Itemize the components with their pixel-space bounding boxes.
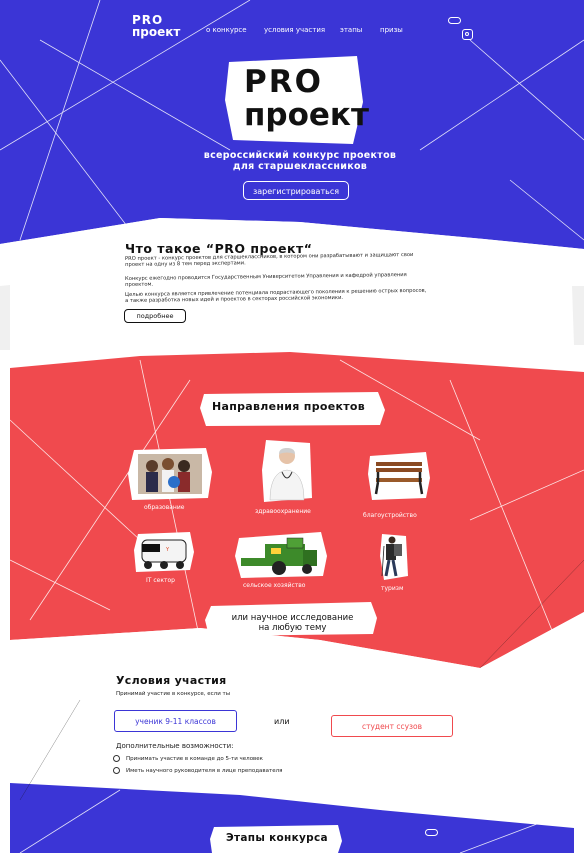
education-image xyxy=(128,448,212,500)
it-sector-image: Y xyxy=(134,532,194,572)
direction-label-tourism: туризм xyxy=(381,585,404,592)
direction-label-it: IT сектор xyxy=(146,577,175,584)
nav-item-about[interactable]: о конкурсе xyxy=(206,26,247,34)
research-text: или научное исследование на любую тему xyxy=(215,613,370,633)
nav-item-prizes[interactable]: призы xyxy=(380,26,403,34)
direction-label-landscaping: благоустройство xyxy=(363,512,417,519)
hero-logo: PRO проект xyxy=(244,66,369,132)
extra-item-supervisor-label: Иметь научного руководителя в лице препо… xyxy=(126,768,283,774)
direction-label-healthcare: здравоохранение xyxy=(255,508,311,515)
hero-logo-line2: проект xyxy=(244,97,369,133)
menu-toggle-icon-bottom[interactable] xyxy=(425,829,438,836)
register-button[interactable]: зарегистрироваться xyxy=(243,181,349,200)
radio-icon[interactable] xyxy=(113,755,120,762)
tourism-image xyxy=(380,534,408,580)
healthcare-image xyxy=(262,440,312,502)
instagram-icon[interactable] xyxy=(462,29,473,40)
landscaping-image xyxy=(368,452,430,500)
extra-opportunities-title: Дополнительные возможности: xyxy=(116,742,234,750)
research-line2: на любую тему xyxy=(258,622,327,633)
more-button[interactable]: подробнее xyxy=(124,309,186,323)
conditions-subtitle: Принимай участие в конкурсе, если ты xyxy=(116,691,231,697)
hero-subtitle-line1: всероссийский конкурс проектов xyxy=(203,150,397,161)
option-college-student[interactable]: студент ссузов xyxy=(331,715,453,737)
conditions-title: Условия участия xyxy=(116,674,227,687)
extra-item-supervisor[interactable]: Иметь научного руководителя в лице препо… xyxy=(113,767,282,774)
stages-title: Этапы конкурса xyxy=(226,832,328,844)
hero-subtitle: всероссийский конкурс проектов для старш… xyxy=(180,150,420,172)
nav-logo[interactable]: PRO проект xyxy=(132,14,180,38)
directions-title: Направления проектов xyxy=(212,400,366,413)
nav-logo-line2: проект xyxy=(132,25,181,39)
hero-subtitle-line2: для старшеклассников xyxy=(232,161,368,172)
direction-label-education: образование xyxy=(144,504,185,511)
menu-toggle-icon[interactable] xyxy=(448,17,461,24)
hero-logo-line1: PRO xyxy=(244,64,323,100)
extra-item-team[interactable]: Принимать участие в команде до 5-ти чело… xyxy=(113,755,263,762)
direction-label-agriculture: сельское хозяйство xyxy=(243,582,306,589)
radio-icon[interactable] xyxy=(113,767,120,774)
extra-item-team-label: Принимать участие в команде до 5-ти чело… xyxy=(126,756,264,762)
nav-item-stages[interactable]: этапы xyxy=(340,26,362,34)
agriculture-image xyxy=(235,532,327,578)
option-school-student[interactable]: ученик 9-11 классов xyxy=(114,710,237,732)
or-label: или xyxy=(274,717,290,726)
nav-item-conditions[interactable]: условия участия xyxy=(264,26,325,34)
